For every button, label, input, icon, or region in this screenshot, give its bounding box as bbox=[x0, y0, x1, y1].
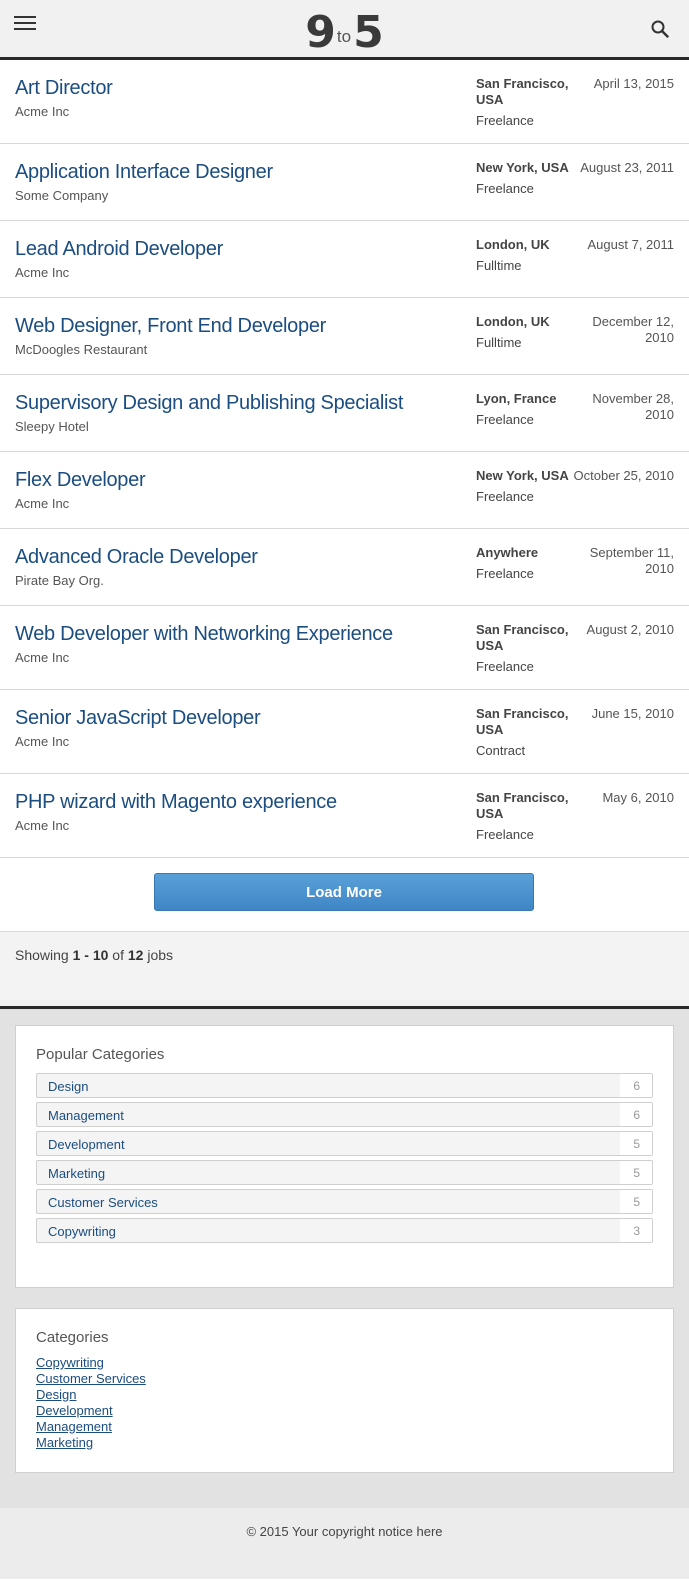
popular-category-label: Management bbox=[48, 1108, 124, 1123]
categories-list: Copywriting Customer Services Design Develo… bbox=[36, 1355, 653, 1451]
showing-prefix: Showing bbox=[15, 947, 69, 963]
job-row[interactable]: Web Designer, Front End Developer McDoog… bbox=[0, 298, 689, 375]
job-row[interactable]: Application Interface Designer Some Comp… bbox=[0, 144, 689, 221]
job-type: Fulltime bbox=[476, 335, 522, 350]
job-row[interactable]: Lead Android Developer Acme Inc London, … bbox=[0, 221, 689, 298]
job-company: Acme Inc bbox=[15, 265, 70, 280]
category-link[interactable]: Customer Services bbox=[36, 1371, 653, 1387]
popular-category-label: Customer Services bbox=[48, 1195, 158, 1210]
popular-category-item[interactable]: Development 5 bbox=[36, 1131, 653, 1156]
copyright-text: © 2015 Your copyright notice here bbox=[246, 1524, 443, 1539]
job-type: Freelance bbox=[476, 412, 534, 427]
category-link[interactable]: Copywriting bbox=[36, 1355, 653, 1371]
job-type: Freelance bbox=[476, 489, 534, 504]
job-list: Art Director Acme Inc San Francisco, USA… bbox=[0, 60, 689, 858]
category-link[interactable]: Marketing bbox=[36, 1435, 653, 1451]
job-row[interactable]: Art Director Acme Inc San Francisco, USA… bbox=[0, 60, 689, 144]
job-row[interactable]: Senior JavaScript Developer Acme Inc San… bbox=[0, 690, 689, 774]
job-date: June 15, 2010 bbox=[591, 706, 674, 721]
popular-categories-widget: Popular Categories Design 6 Management 6… bbox=[15, 1025, 674, 1288]
categories-widget: Categories Copywriting Customer Services D… bbox=[15, 1308, 674, 1473]
popular-category-count: 5 bbox=[620, 1161, 652, 1184]
job-type: Freelance bbox=[476, 113, 534, 128]
site-logo[interactable]: 9 to 5 bbox=[297, 11, 391, 55]
popular-category-label: Design bbox=[48, 1079, 89, 1094]
job-row[interactable]: Flex Developer Acme Inc New York, USA Fr… bbox=[0, 452, 689, 529]
results-count: Showing 1 - 10 of 12 jobs bbox=[0, 932, 689, 1009]
job-date: May 6, 2010 bbox=[602, 790, 674, 805]
job-date: November 28, 2010 bbox=[592, 391, 674, 422]
popular-categories-title: Popular Categories bbox=[36, 1046, 165, 1063]
job-date: August 2, 2010 bbox=[586, 622, 674, 637]
job-row[interactable]: Advanced Oracle Developer Pirate Bay Org… bbox=[0, 529, 689, 606]
popular-category-item[interactable]: Management 6 bbox=[36, 1102, 653, 1127]
popular-category-count: 5 bbox=[620, 1190, 652, 1213]
sidebar: Popular Categories Design 6 Management 6… bbox=[0, 1009, 689, 1508]
job-type: Contract bbox=[476, 743, 526, 758]
popular-category-item[interactable]: Marketing 5 bbox=[36, 1160, 653, 1185]
job-type: Freelance bbox=[476, 827, 534, 842]
load-more-section: Load More bbox=[0, 858, 689, 932]
job-type: Fulltime bbox=[476, 258, 522, 273]
load-more-button[interactable]: Load More bbox=[154, 873, 534, 911]
popular-category-count: 6 bbox=[620, 1074, 652, 1097]
job-company: Some Company bbox=[15, 188, 109, 203]
job-type: Freelance bbox=[476, 659, 534, 674]
job-date: April 13, 2015 bbox=[593, 76, 674, 91]
category-link[interactable]: Development bbox=[36, 1403, 653, 1419]
logo-nine: 9 bbox=[305, 7, 336, 58]
popular-category-count: 6 bbox=[620, 1103, 652, 1126]
job-row[interactable]: PHP wizard with Magento experience Acme … bbox=[0, 774, 689, 858]
popular-category-label: Marketing bbox=[48, 1166, 106, 1181]
popular-category-label: Development bbox=[48, 1137, 125, 1152]
popular-category-item[interactable]: Design 6 bbox=[36, 1073, 653, 1098]
logo-to: to bbox=[336, 27, 352, 46]
job-date: August 23, 2011 bbox=[580, 160, 674, 175]
showing-of: of bbox=[112, 947, 124, 963]
site-footer: © 2015 Your copyright notice here bbox=[0, 1508, 689, 1579]
category-link[interactable]: Management bbox=[36, 1419, 653, 1435]
popular-categories-list: Design 6 Management 6 Development 5 Mark… bbox=[36, 1073, 653, 1243]
job-row[interactable]: Web Developer with Networking Experience… bbox=[0, 606, 689, 690]
job-company: Acme Inc bbox=[15, 496, 70, 511]
showing-total: 12 bbox=[127, 947, 144, 963]
job-type: Freelance bbox=[476, 566, 534, 581]
site-header: 9 to 5 bbox=[0, 0, 689, 60]
popular-category-item[interactable]: Copywriting 3 bbox=[36, 1218, 653, 1243]
job-date: August 7, 2011 bbox=[587, 237, 675, 252]
categories-title: Categories bbox=[36, 1329, 109, 1346]
job-row[interactable]: Supervisory Design and Publishing Specia… bbox=[0, 375, 689, 452]
showing-range: 1 - 10 bbox=[72, 947, 109, 963]
hamburger-menu-icon[interactable] bbox=[14, 16, 36, 32]
popular-category-label: Copywriting bbox=[48, 1224, 116, 1239]
search-icon[interactable] bbox=[651, 20, 669, 38]
logo-five: 5 bbox=[353, 7, 384, 58]
job-date: October 25, 2010 bbox=[573, 468, 674, 483]
popular-category-count: 3 bbox=[620, 1219, 652, 1242]
showing-suffix: jobs bbox=[147, 947, 174, 963]
popular-category-count: 5 bbox=[620, 1132, 652, 1155]
job-date: December 12, 2010 bbox=[592, 314, 674, 345]
job-date: September 11, 2010 bbox=[589, 545, 674, 576]
category-link[interactable]: Design bbox=[36, 1387, 653, 1403]
job-type: Freelance bbox=[476, 181, 534, 196]
popular-category-item[interactable]: Customer Services 5 bbox=[36, 1189, 653, 1214]
